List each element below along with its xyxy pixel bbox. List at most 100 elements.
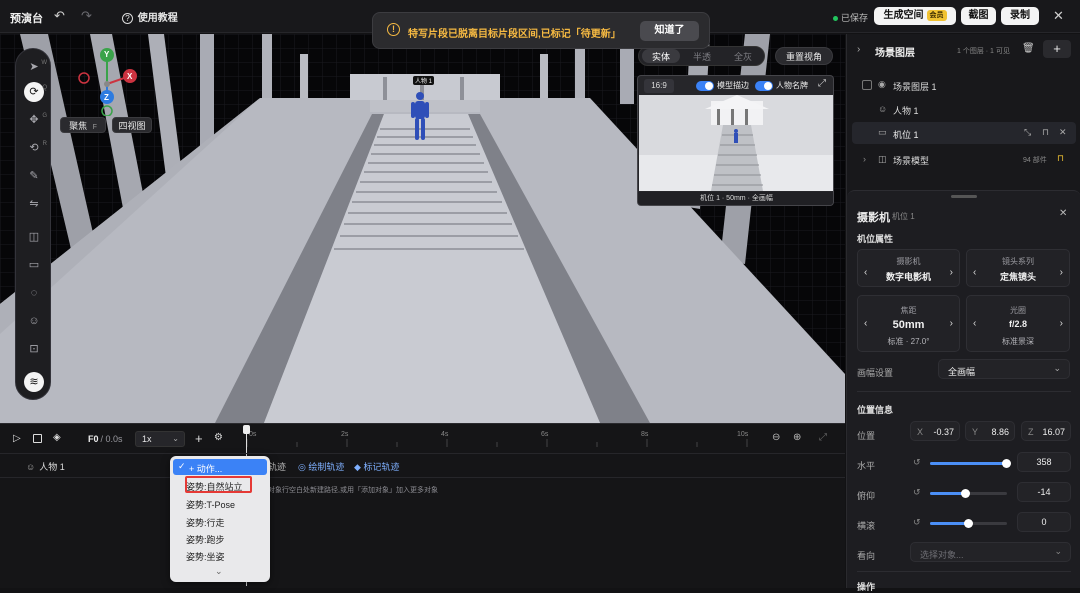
pan-value-field[interactable]: 358 — [1017, 452, 1071, 472]
rotate-tool[interactable]: ⟲ R — [24, 138, 47, 158]
add-icon[interactable]: + — [195, 431, 203, 446]
bulb-icon: ◌ — [30, 287, 38, 299]
nameplate-toggle[interactable]: 人物名牌 — [755, 80, 808, 91]
cube-tool[interactable]: ◫ — [24, 227, 44, 247]
chevron-left-icon[interactable]: ‹ — [973, 267, 976, 278]
track-path-label[interactable]: 轨迹 — [268, 460, 286, 473]
add-layer-button[interactable]: + — [1043, 40, 1071, 58]
chevron-left-icon[interactable]: ‹ — [864, 318, 867, 329]
menu-item-pose-run[interactable]: 姿势:跑步 — [186, 533, 225, 546]
layer-row-model[interactable]: 场景模型 — [893, 154, 929, 167]
drag-handle[interactable] — [951, 195, 977, 198]
lock-icon[interactable]: ⊓ — [1042, 127, 1049, 138]
pos-x-field[interactable]: X -0.37 — [910, 421, 960, 441]
lookat-select[interactable]: 选择对象... ⌄ — [910, 542, 1071, 562]
layer-row-1[interactable]: 场景图层 1 — [893, 80, 937, 93]
toast-ack-button[interactable]: 知道了 — [640, 21, 699, 41]
draw-path-button[interactable]: ◎ 绘制轨迹 — [298, 460, 344, 473]
orbit-tool[interactable]: ⟳ Q — [24, 82, 47, 102]
menu-item-pose-tpose[interactable]: 姿势:T-Pose — [186, 498, 235, 511]
trash-icon[interactable]: 🗑 — [1022, 43, 1035, 54]
app-title: 预演台 — [10, 13, 43, 25]
chevron-left-icon[interactable]: ‹ — [973, 318, 976, 329]
tab-gray[interactable]: 全灰 — [724, 50, 762, 63]
gold-lock-icon[interactable]: ⊓ — [1057, 153, 1064, 164]
collapse-icon[interactable]: › — [857, 44, 860, 55]
pan-knob[interactable] — [1001, 459, 1011, 468]
chevron-down-icon[interactable]: ⌄ — [215, 566, 223, 577]
chevron-right-icon[interactable]: › — [950, 318, 953, 329]
select-tool[interactable]: ➤ W — [24, 57, 47, 77]
layer-row-character[interactable]: 人物 1 — [893, 104, 919, 117]
outline-toggle[interactable]: 模型描边 — [696, 80, 749, 91]
chevron-right-icon[interactable]: › — [1060, 318, 1063, 329]
aspect-ratio[interactable]: 16:9 — [644, 79, 674, 93]
frame-select[interactable]: 全画幅 ⌄ — [938, 359, 1070, 379]
cube-icon: ◫ — [878, 154, 887, 164]
playhead-handle[interactable] — [243, 425, 250, 434]
four-view-button[interactable]: 四视图 — [112, 117, 152, 133]
keyframe-icon[interactable]: ◈ — [53, 432, 61, 443]
camera-tool[interactable]: ▭ — [24, 255, 44, 275]
undo-icon[interactable]: ↶ — [54, 8, 65, 24]
screenshot-button[interactable]: 截图 — [961, 7, 996, 25]
path-tool[interactable]: ⇋ — [24, 194, 44, 214]
reset-roll-icon[interactable]: ↺ — [913, 517, 921, 528]
track-label[interactable]: ☺ 人物 1 — [26, 460, 65, 473]
zoom-in-icon[interactable]: ⊕ — [793, 432, 801, 443]
stop-icon[interactable] — [33, 434, 42, 443]
camera-model-value: 数字电影机 — [885, 272, 931, 282]
chevron-left-icon[interactable]: ‹ — [864, 267, 867, 278]
roll-knob[interactable] — [964, 519, 973, 528]
layer-checkbox[interactable] — [862, 80, 872, 90]
delete-icon[interactable]: ✕ — [1059, 127, 1067, 138]
play-icon[interactable]: ▷ — [13, 433, 21, 444]
tab-translucent[interactable]: 半透 — [683, 50, 721, 63]
tilt-slider[interactable] — [930, 489, 1007, 498]
tilt-value-field[interactable]: -14 — [1017, 482, 1071, 502]
camera-preview[interactable]: 16:9 模型描边 人物名牌 ⤢ 机位 1 · 50mm · 全画幅 — [637, 75, 834, 206]
expand-chevron-icon[interactable]: › — [863, 154, 866, 164]
tilt-label: 俯仰 — [857, 491, 876, 501]
time-ruler[interactable]: 0s 2s 4s 6s 8s 10s — [247, 429, 757, 447]
roll-value-field[interactable]: 0 — [1017, 512, 1071, 532]
reset-pan-icon[interactable]: ↺ — [913, 457, 921, 468]
close-icon[interactable]: ✕ — [1059, 208, 1067, 219]
move-tool[interactable]: ✥ G — [24, 110, 47, 130]
zoom-out-icon[interactable]: ⊖ — [772, 432, 780, 443]
redo-icon[interactable]: ↷ — [81, 8, 92, 24]
roll-slider[interactable] — [930, 519, 1007, 528]
pan-slider[interactable] — [930, 459, 1011, 468]
menu-item-action[interactable]: ✓ + 动作... — [173, 459, 267, 475]
menu-item-pose-sit[interactable]: 姿势:坐姿 — [186, 550, 225, 563]
tab-solid[interactable]: 实体 — [642, 50, 680, 63]
expand-icon[interactable]: ⤢ — [818, 78, 826, 89]
chevron-right-icon[interactable]: › — [1060, 267, 1063, 278]
tutorial-button[interactable]: ? 使用教程 — [122, 9, 178, 24]
reset-tilt-icon[interactable]: ↺ — [913, 487, 921, 498]
mark-path-button[interactable]: ◆ 标记轨迹 — [354, 460, 399, 473]
close-icon[interactable]: ✕ — [1053, 8, 1064, 24]
settings-tool[interactable]: ≋ — [24, 372, 44, 392]
focus-button[interactable]: 聚焦 F — [60, 117, 106, 133]
link-icon[interactable]: ⤡ — [1024, 127, 1031, 138]
chevron-right-icon[interactable]: › — [950, 267, 953, 278]
menu-item-pose-walk[interactable]: 姿势:行走 — [186, 516, 225, 529]
filter-icon[interactable]: ⚙ — [214, 432, 223, 443]
ruler-marks — [247, 439, 748, 447]
pos-y-field[interactable]: Y 8.86 — [965, 421, 1015, 441]
reset-view-button[interactable]: 重置视角 — [775, 47, 833, 65]
speed-select[interactable]: 1x ⌄ — [135, 431, 185, 447]
empty-hint: 对象行空白处新建路径,或用「添加对象」加入更多对象 — [268, 487, 438, 494]
generate-space-button[interactable]: 生成空间 会员 — [874, 7, 956, 25]
pen-tool[interactable]: ✎ — [24, 166, 44, 186]
layer-row-camera[interactable]: ▭ 机位 1 ⤡ ⊓ ✕ — [852, 122, 1076, 144]
tilt-knob[interactable] — [960, 489, 970, 498]
character-tool[interactable]: ☺ — [24, 311, 44, 331]
record-button[interactable]: 录制 — [1001, 7, 1039, 25]
fit-icon[interactable]: ⤢ — [819, 432, 827, 443]
light-tool[interactable]: ◌ — [24, 283, 44, 303]
eye-icon[interactable]: ◉ — [878, 79, 886, 90]
pos-z-field[interactable]: Z 16.07 — [1021, 421, 1071, 441]
import-tool[interactable]: ⊡ — [24, 339, 44, 359]
